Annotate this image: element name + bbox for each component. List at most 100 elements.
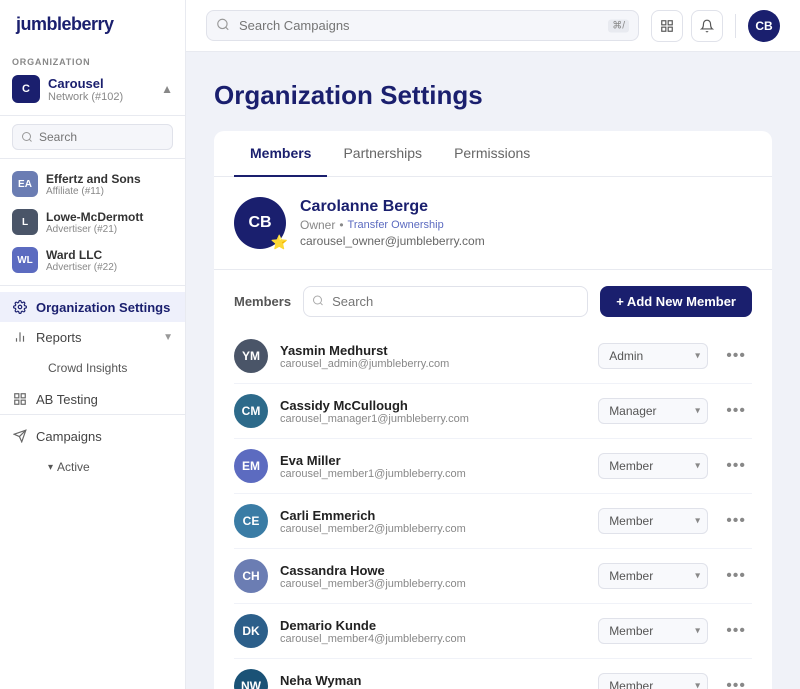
member-more-button[interactable]: ••• bbox=[720, 563, 752, 589]
org-sub: Network (#102) bbox=[48, 91, 153, 103]
sidebar-item-reports[interactable]: Reports ▼ bbox=[0, 322, 185, 352]
sidebar-item-crowd-insights[interactable]: Crowd Insights bbox=[36, 356, 185, 380]
member-more-button[interactable]: ••• bbox=[720, 453, 752, 479]
role-select[interactable]: Admin Manager Member bbox=[598, 453, 708, 479]
chart-icon bbox=[12, 329, 28, 345]
member-email: carousel_member1@jumbleberry.com bbox=[280, 468, 586, 480]
member-name: Cassidy McCullough bbox=[280, 398, 586, 413]
transfer-ownership-link[interactable]: Transfer Ownership bbox=[348, 219, 444, 231]
tab-members[interactable]: Members bbox=[234, 131, 327, 177]
sidebar-search-input[interactable] bbox=[12, 124, 173, 150]
member-email: carousel_member4@jumbleberry.com bbox=[280, 633, 586, 645]
reports-subnav: Crowd Insights bbox=[0, 352, 185, 384]
logo: jumbleberry bbox=[0, 0, 185, 49]
page-content: Organization Settings Members Partnershi… bbox=[186, 52, 800, 689]
sidebar-item-active[interactable]: ▾Active bbox=[36, 455, 185, 479]
gear-icon bbox=[12, 299, 28, 315]
org-info: Carousel Network (#102) bbox=[48, 76, 153, 103]
member-info: Demario Kunde carousel_member4@jumbleber… bbox=[280, 618, 586, 645]
role-select[interactable]: Admin Manager Member bbox=[598, 563, 708, 589]
chevron-up-icon: ▲ bbox=[161, 82, 173, 96]
member-email: carousel_member2@jumbleberry.com bbox=[280, 523, 586, 535]
org-list-item-wl[interactable]: WL Ward LLC Advertiser (#22) bbox=[0, 241, 185, 279]
member-name: Cassandra Howe bbox=[280, 563, 586, 578]
settings-card: Members Partnerships Permissions CB ⭐ Ca… bbox=[214, 131, 772, 689]
org-wl-name: Ward LLC bbox=[46, 248, 117, 262]
org-l-info: Lowe-McDermott Advertiser (#21) bbox=[46, 210, 143, 235]
member-avatar: CM bbox=[234, 394, 268, 428]
table-row: CH Cassandra Howe carousel_member3@jumbl… bbox=[234, 549, 752, 604]
tab-permissions[interactable]: Permissions bbox=[438, 131, 546, 177]
topbar-search-input[interactable] bbox=[206, 10, 639, 41]
members-header: Members + Add New Member bbox=[214, 270, 772, 329]
members-label: Members bbox=[234, 294, 291, 309]
owner-section: CB ⭐ Carolanne Berge Owner • Transfer Ow… bbox=[214, 177, 772, 270]
sidebar-item-ab-testing[interactable]: AB Testing bbox=[0, 384, 185, 414]
members-search-wrap bbox=[303, 286, 588, 317]
org-l-name: Lowe-McDermott bbox=[46, 210, 143, 224]
sidebar-item-org-settings[interactable]: Organization Settings bbox=[0, 292, 185, 322]
org-l-sub: Advertiser (#21) bbox=[46, 224, 143, 235]
owner-email: carousel_owner@jumbleberry.com bbox=[300, 234, 485, 248]
role-select[interactable]: Admin Manager Member bbox=[598, 508, 708, 534]
current-org[interactable]: C Carousel Network (#102) ▲ bbox=[12, 71, 173, 107]
member-info: Carli Emmerich carousel_member2@jumblebe… bbox=[280, 508, 586, 535]
search-kbd: ⌘/ bbox=[608, 19, 629, 32]
member-more-button[interactable]: ••• bbox=[720, 398, 752, 424]
tab-partnerships[interactable]: Partnerships bbox=[327, 131, 438, 177]
search-icon bbox=[216, 17, 230, 34]
org-ea-info: Effertz and Sons Affiliate (#11) bbox=[46, 172, 141, 197]
role-select-wrap: Admin Manager Member bbox=[598, 508, 708, 534]
megaphone-icon bbox=[12, 428, 28, 444]
member-more-button[interactable]: ••• bbox=[720, 343, 752, 369]
table-row: DK Demario Kunde carousel_member4@jumble… bbox=[234, 604, 752, 659]
org-wl-sub: Advertiser (#22) bbox=[46, 262, 117, 273]
sidebar-item-org-settings-label: Organization Settings bbox=[36, 300, 170, 315]
org-avatar: C bbox=[12, 75, 40, 103]
sidebar-item-campaigns[interactable]: Campaigns bbox=[0, 421, 185, 451]
owner-role-label: Owner bbox=[300, 218, 335, 232]
member-more-button[interactable]: ••• bbox=[720, 618, 752, 644]
org-label: ORGANIZATION bbox=[12, 57, 173, 67]
role-select[interactable]: Admin Manager Member bbox=[598, 398, 708, 424]
add-new-member-button[interactable]: + Add New Member bbox=[600, 286, 752, 317]
member-more-button[interactable]: ••• bbox=[720, 673, 752, 689]
member-avatar: EM bbox=[234, 449, 268, 483]
member-avatar: CH bbox=[234, 559, 268, 593]
role-select[interactable]: Admin Manager Member bbox=[598, 618, 708, 644]
topbar-divider bbox=[735, 14, 736, 38]
member-name: Neha Wyman bbox=[280, 673, 586, 688]
topbar: ⌘/ CB bbox=[186, 0, 800, 52]
sidebar: jumbleberry ORGANIZATION C Carousel Netw… bbox=[0, 0, 186, 689]
members-search-input[interactable] bbox=[303, 286, 588, 317]
sidebar-item-campaigns-label: Campaigns bbox=[36, 429, 102, 444]
role-select[interactable]: Admin Manager Member bbox=[598, 343, 708, 369]
nav-section: Organization Settings Reports ▼ Crowd In… bbox=[0, 286, 185, 495]
member-more-button[interactable]: ••• bbox=[720, 508, 752, 534]
table-row: CE Carli Emmerich carousel_member2@jumbl… bbox=[234, 494, 752, 549]
role-select[interactable]: Admin Manager Member bbox=[598, 673, 708, 689]
org-ea-sub: Affiliate (#11) bbox=[46, 186, 141, 197]
owner-avatar: CB ⭐ bbox=[234, 197, 286, 249]
member-info: Cassidy McCullough carousel_manager1@jum… bbox=[280, 398, 586, 425]
sidebar-search-section bbox=[0, 116, 185, 159]
table-row: CM Cassidy McCullough carousel_manager1@… bbox=[234, 384, 752, 439]
org-list-item-l[interactable]: L Lowe-McDermott Advertiser (#21) bbox=[0, 203, 185, 241]
org-list-item-ea[interactable]: EA Effertz and Sons Affiliate (#11) bbox=[0, 165, 185, 203]
org-list: EA Effertz and Sons Affiliate (#11) L Lo… bbox=[0, 159, 185, 286]
bell-button[interactable] bbox=[691, 10, 723, 42]
user-avatar[interactable]: CB bbox=[748, 10, 780, 42]
table-row: NW Neha Wyman carousel_member5@jumbleber… bbox=[234, 659, 752, 689]
members-search-icon bbox=[312, 294, 324, 309]
members-list: YM Yasmin Medhurst carousel_admin@jumble… bbox=[214, 329, 772, 689]
main-content: ⌘/ CB Organization Settings Members Part… bbox=[186, 0, 800, 689]
org-ea-name: Effertz and Sons bbox=[46, 172, 141, 186]
org-section: ORGANIZATION C Carousel Network (#102) ▲ bbox=[0, 49, 185, 116]
sidebar-item-ab-testing-label: AB Testing bbox=[36, 392, 98, 407]
role-select-wrap: Admin Manager Member bbox=[598, 618, 708, 644]
grid-button[interactable] bbox=[651, 10, 683, 42]
member-avatar: NW bbox=[234, 669, 268, 689]
chevron-down-icon: ▼ bbox=[163, 332, 173, 343]
search-wrap: ⌘/ bbox=[206, 10, 639, 41]
org-l-avatar: L bbox=[12, 209, 38, 235]
